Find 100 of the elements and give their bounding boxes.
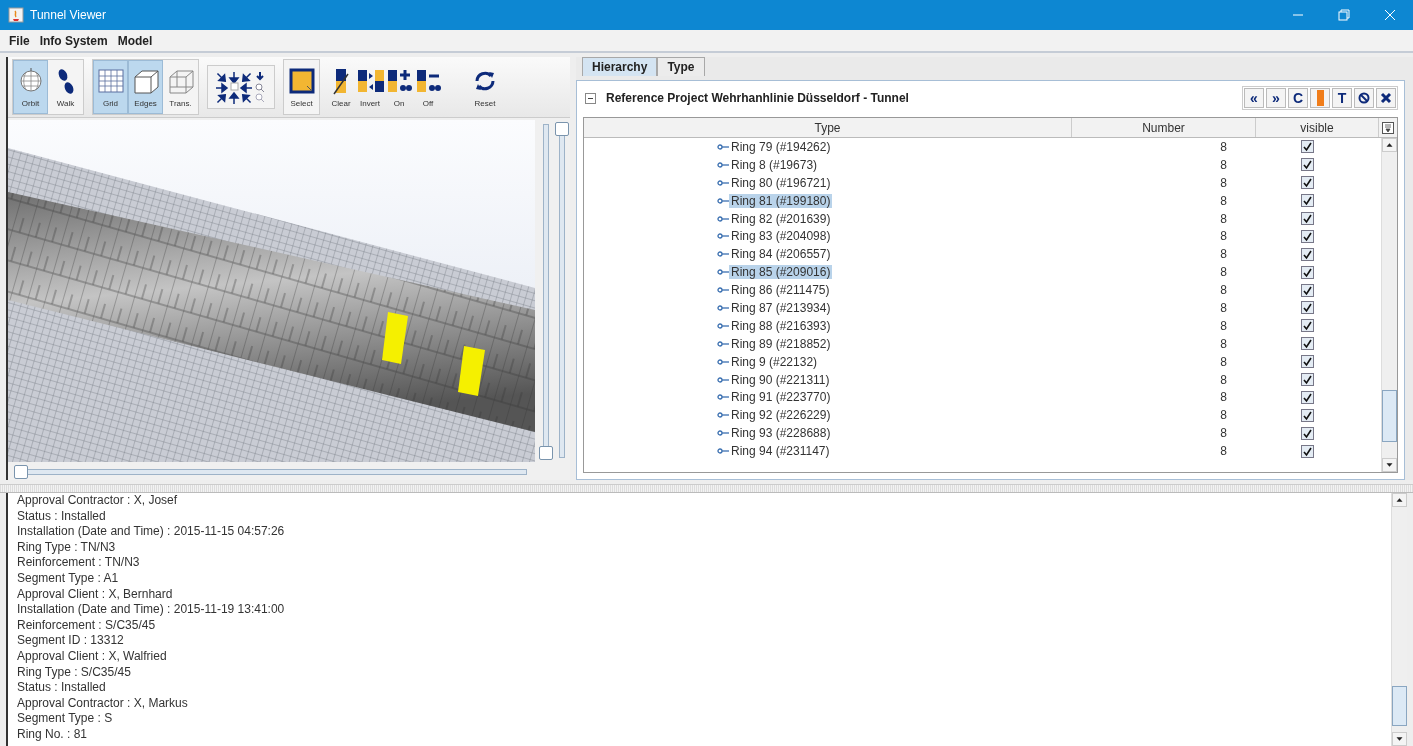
check-icon: [1302, 374, 1313, 385]
collapse-icon[interactable]: [585, 92, 596, 104]
checkbox[interactable]: [1301, 176, 1314, 190]
checkbox[interactable]: [1301, 301, 1314, 315]
text-line: Ring No. : 81: [17, 726, 89, 743]
checkbox[interactable]: [1301, 408, 1314, 422]
menu-item[interactable]: File: [4, 33, 35, 48]
key-icon: [717, 250, 729, 259]
checkbox[interactable]: [1301, 158, 1314, 172]
text-line: Status : Installed: [17, 508, 107, 525]
table-cell-text: 8: [1219, 299, 1228, 317]
checkbox[interactable]: [1301, 444, 1314, 458]
tree-item[interactable]: Ring 9 (#22132): [729, 354, 820, 369]
tree-item[interactable]: Ring 85 (#209016): [729, 265, 833, 280]
key-icon: [717, 303, 729, 312]
menu-item[interactable]: Model: [112, 33, 158, 48]
action-button[interactable]: »: [1266, 88, 1286, 108]
horizontal-slider[interactable]: [14, 465, 529, 479]
action-button[interactable]: T: [1332, 88, 1352, 108]
clear-button[interactable]: Clear: [328, 60, 354, 114]
key-icon: [717, 429, 729, 438]
scroll-thumb[interactable]: [1392, 686, 1407, 726]
tree-item[interactable]: Ring 89 (#218852): [729, 336, 833, 351]
grid-button[interactable]: Grid: [93, 60, 128, 114]
table-cell-text: 8: [1219, 264, 1228, 282]
checkbox[interactable]: [1301, 194, 1314, 208]
tree-item[interactable]: Ring 86 (#211475): [729, 283, 832, 298]
scrollbar[interactable]: [1391, 493, 1407, 746]
checkbox[interactable]: [1301, 373, 1314, 386]
tree-item[interactable]: Ring 79 (#194262): [729, 139, 833, 154]
checkbox[interactable]: [1301, 355, 1314, 369]
key-icon: [717, 393, 729, 402]
check-icon: [1302, 213, 1313, 224]
check-icon: [1302, 195, 1313, 207]
key-icon: [717, 321, 729, 330]
checkbox[interactable]: [1301, 283, 1314, 297]
text-line: Status : Installed: [17, 680, 107, 696]
walk-button[interactable]: Walk: [48, 60, 83, 114]
tree-item[interactable]: Ring 91 (#223770): [729, 390, 833, 405]
check-icon: [1302, 320, 1313, 332]
tab[interactable]: Type: [657, 57, 705, 76]
checkbox[interactable]: [1301, 426, 1314, 440]
orbit-button[interactable]: Orbit: [13, 60, 48, 114]
table-cell-text: 8: [1219, 174, 1228, 192]
edges-button[interactable]: Edges: [128, 60, 163, 114]
tree-item[interactable]: Ring 82 (#201639): [729, 211, 833, 226]
menu-item[interactable]: Info System: [34, 33, 113, 48]
checkbox[interactable]: [1301, 247, 1314, 261]
slider-thumb[interactable]: [14, 465, 28, 479]
grid-icon: [95, 66, 126, 95]
table-cell-text: 8: [1219, 246, 1228, 264]
checkbox[interactable]: [1301, 140, 1314, 154]
checkbox[interactable]: [1301, 265, 1314, 279]
tree-item[interactable]: Ring 94 (#231147): [729, 444, 832, 459]
tree-item[interactable]: Ring 8 (#19673): [729, 157, 820, 172]
action-button[interactable]: C: [1288, 88, 1308, 108]
slider-thumb[interactable]: [539, 446, 553, 460]
column-header[interactable]: Type: [584, 118, 1072, 137]
tree-root[interactable]: Reference Project Wehrhanhlinie Düsseldorf - Tunnel: [606, 91, 909, 105]
tree-item[interactable]: Ring 93 (#228688): [729, 426, 833, 441]
color-button[interactable]: [1310, 88, 1330, 108]
checkbox[interactable]: [1301, 337, 1314, 351]
tree-item[interactable]: Ring 90 (#221311): [729, 372, 832, 387]
check-icon: [1302, 141, 1313, 153]
checkbox[interactable]: [1301, 319, 1314, 333]
tree-item[interactable]: Ring 92 (#226229): [729, 408, 833, 423]
column-header[interactable]: Number: [1072, 118, 1256, 137]
vertical-slider[interactable]: [539, 122, 553, 460]
check-icon: [1302, 427, 1313, 439]
tree-item[interactable]: Ring 80 (#196721): [729, 175, 833, 190]
column-header[interactable]: visible: [1256, 118, 1379, 137]
tree-item[interactable]: Ring 83 (#204098): [729, 229, 833, 244]
tree-item[interactable]: Ring 88 (#216393): [729, 318, 833, 333]
text-line: Reinforcement : TN/N3: [17, 555, 141, 571]
scroll-thumb[interactable]: [1382, 390, 1397, 442]
invert-button[interactable]: Invert: [357, 60, 383, 114]
select-button[interactable]: Select: [284, 60, 319, 114]
hide-button[interactable]: [1354, 88, 1374, 108]
tab[interactable]: Hierarchy: [582, 57, 658, 76]
checkbox[interactable]: [1301, 229, 1314, 243]
window-title: Tunnel Viewer: [30, 8, 107, 22]
scrollbar[interactable]: [1381, 138, 1397, 472]
column-menu-icon[interactable]: [1382, 121, 1394, 134]
table-cell-text: 8: [1219, 371, 1228, 389]
checkbox[interactable]: [1301, 390, 1314, 404]
close-icon: [1380, 92, 1392, 104]
on-button[interactable]: On: [386, 60, 412, 114]
action-button[interactable]: «: [1244, 88, 1264, 108]
text-line: Installation (Date and Time) : 2015-11-15 04:57:26: [17, 524, 286, 540]
trans-button[interactable]: Trans.: [163, 60, 198, 114]
off-button[interactable]: Off: [415, 60, 441, 114]
tree-item[interactable]: Ring 87 (#213934): [729, 300, 833, 315]
vertical-slider[interactable]: [555, 122, 569, 460]
close-button[interactable]: [1376, 88, 1396, 108]
slider-thumb[interactable]: [555, 122, 569, 136]
text-line: Approval Client : X, Bernhard: [17, 586, 174, 603]
tree-item[interactable]: Ring 84 (#206557): [729, 247, 833, 262]
tree-item[interactable]: Ring 81 (#199180): [729, 193, 833, 208]
reset-button[interactable]: Reset: [470, 60, 500, 114]
checkbox[interactable]: [1301, 212, 1314, 225]
